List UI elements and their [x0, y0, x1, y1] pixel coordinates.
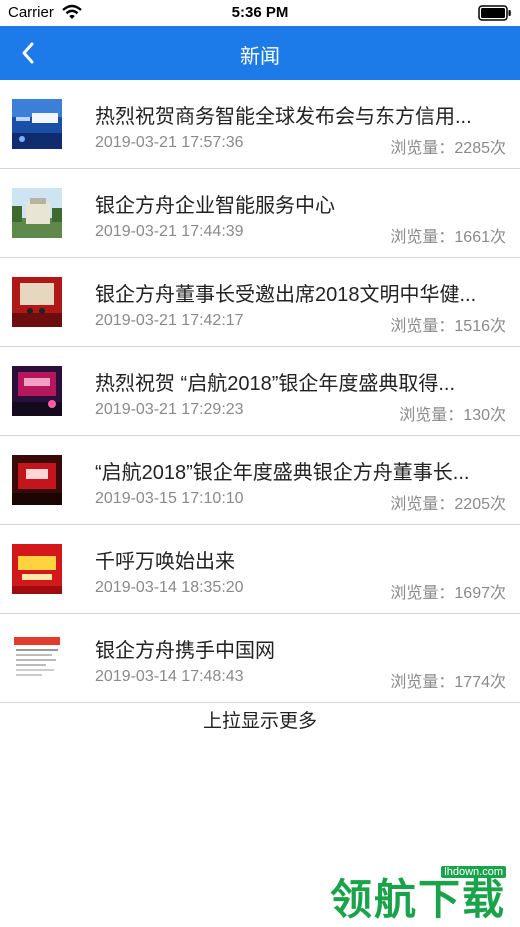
news-thumbnail — [12, 633, 62, 683]
news-title: 银企方舟董事长受邀出席2018文明中华健... — [95, 284, 477, 306]
news-date: 2019-03-15 17:10:10 — [95, 490, 244, 507]
news-views: 浏览量：130次 — [399, 407, 506, 424]
news-title: 热烈祝贺商务智能全球发布会与东方信用... — [95, 106, 472, 128]
news-list: 热烈祝贺商务智能全球发布会与东方信用... 2019-03-21 17:57:3… — [0, 80, 520, 703]
nav-bar: 新闻 — [0, 26, 520, 80]
news-views: 浏览量：1516次 — [390, 318, 506, 335]
news-views: 浏览量：2285次 — [390, 140, 506, 157]
list-item[interactable]: 热烈祝贺商务智能全球发布会与东方信用... 2019-03-21 17:57:3… — [0, 80, 520, 169]
news-title: 热烈祝贺 “启航2018”银企年度盛典取得... — [95, 373, 456, 395]
news-thumbnail — [12, 366, 62, 416]
page-title: 新闻 — [240, 46, 280, 68]
clock: 5:36 PM — [231, 4, 289, 21]
list-item[interactable]: 银企方舟企业智能服务中心 2019-03-21 17:44:39 浏览量：166… — [0, 169, 520, 258]
news-title: 银企方舟企业智能服务中心 — [95, 195, 335, 217]
list-item[interactable]: 银企方舟携手中国网 2019-03-14 17:48:43 浏览量：1774次 — [0, 614, 520, 703]
news-thumbnail — [12, 277, 62, 327]
list-item[interactable]: 千呼万唤始出来 2019-03-14 18:35:20 浏览量：1697次 — [0, 525, 520, 614]
list-item[interactable]: 热烈祝贺 “启航2018”银企年度盛典取得... 2019-03-21 17:2… — [0, 347, 520, 436]
list-item[interactable]: 银企方舟董事长受邀出席2018文明中华健... 2019-03-21 17:42… — [0, 258, 520, 347]
news-thumbnail — [12, 455, 62, 505]
status-bar: Carrier 5:36 PM — [0, 0, 520, 26]
news-date: 2019-03-14 17:48:43 — [95, 668, 244, 685]
news-title: 千呼万唤始出来 — [95, 551, 235, 573]
news-views: 浏览量：1661次 — [390, 229, 506, 246]
news-views: 浏览量：1697次 — [390, 585, 506, 602]
battery-icon — [478, 5, 512, 26]
list-item[interactable]: “启航2018”银企年度盛典银企方舟董事长... 2019-03-15 17:1… — [0, 436, 520, 525]
news-title: “启航2018”银企年度盛典银企方舟董事长... — [95, 462, 470, 484]
news-views: 浏览量：2205次 — [390, 496, 506, 513]
news-date: 2019-03-21 17:44:39 — [95, 223, 244, 240]
news-date: 2019-03-21 17:42:17 — [95, 312, 244, 329]
news-date: 2019-03-21 17:57:36 — [95, 134, 244, 151]
watermark-logo: 领航下载 lhdown.com — [330, 866, 510, 923]
news-title: 银企方舟携手中国网 — [95, 640, 275, 662]
watermark-url: lhdown.com — [441, 866, 506, 878]
news-thumbnail — [12, 544, 62, 594]
news-views: 浏览量：1774次 — [390, 674, 506, 691]
news-thumbnail — [12, 99, 62, 149]
news-date: 2019-03-21 17:29:23 — [95, 401, 244, 418]
news-date: 2019-03-14 18:35:20 — [95, 579, 244, 596]
news-thumbnail — [12, 188, 62, 238]
load-more-hint[interactable]: 上拉显示更多 — [0, 706, 520, 733]
